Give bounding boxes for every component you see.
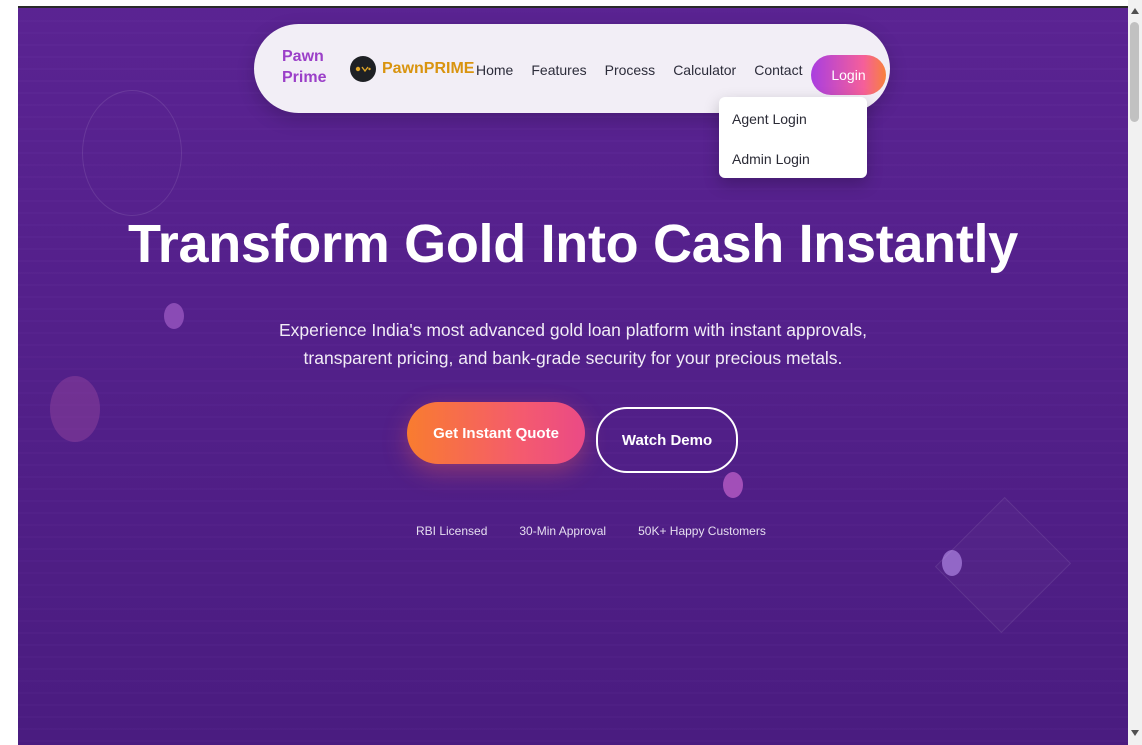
login-button[interactable]: Login: [811, 55, 886, 95]
hero-section: Pawn Prime PawnPRIME Home Features Proce…: [18, 8, 1128, 745]
nav-link-process[interactable]: Process: [605, 61, 656, 79]
login-dropdown-menu: Agent Login Admin Login: [719, 97, 867, 178]
decorative-dot: [164, 303, 184, 329]
scroll-up-arrow-icon[interactable]: [1131, 8, 1139, 14]
trust-badge-rbi: RBI Licensed: [416, 524, 488, 538]
hero-texture: [18, 8, 1128, 745]
dropdown-item-admin-login[interactable]: Admin Login: [732, 151, 810, 167]
logo-icon[interactable]: [350, 56, 376, 82]
decorative-dot: [723, 472, 743, 498]
logo-wordmark[interactable]: PawnPRIME: [382, 59, 474, 79]
get-instant-quote-button[interactable]: Get Instant Quote: [407, 402, 585, 464]
nav-link-features[interactable]: Features: [531, 61, 586, 79]
hero-subtitle: Experience India's most advanced gold lo…: [279, 320, 867, 368]
browser-viewport: Pawn Prime PawnPRIME Home Features Proce…: [0, 0, 1142, 745]
decorative-ring: [82, 90, 182, 216]
dropdown-item-agent-login[interactable]: Agent Login: [732, 111, 807, 127]
scrollbar-thumb[interactable]: [1130, 22, 1139, 122]
decorative-blob: [50, 376, 100, 442]
hero-title: Transform Gold Into Cash Instantly: [128, 214, 1018, 274]
trust-badge-approval: 30-Min Approval: [519, 524, 607, 538]
nav-link-contact[interactable]: Contact: [754, 61, 802, 79]
trust-badge-customers: 50K+ Happy Customers: [638, 524, 766, 538]
nav-links: Home Features Process Calculator Contact: [476, 61, 802, 79]
scroll-down-arrow-icon[interactable]: [1131, 730, 1139, 736]
logo-emblem-icon: [355, 66, 371, 73]
watch-demo-button[interactable]: Watch Demo: [596, 407, 738, 473]
nav-link-home[interactable]: Home: [476, 61, 513, 79]
nav-link-calculator[interactable]: Calculator: [673, 61, 736, 79]
trust-badges: RBI Licensed 30-Min Approval 50K+ Happy …: [416, 524, 766, 538]
brand-name[interactable]: Pawn Prime: [282, 46, 342, 88]
